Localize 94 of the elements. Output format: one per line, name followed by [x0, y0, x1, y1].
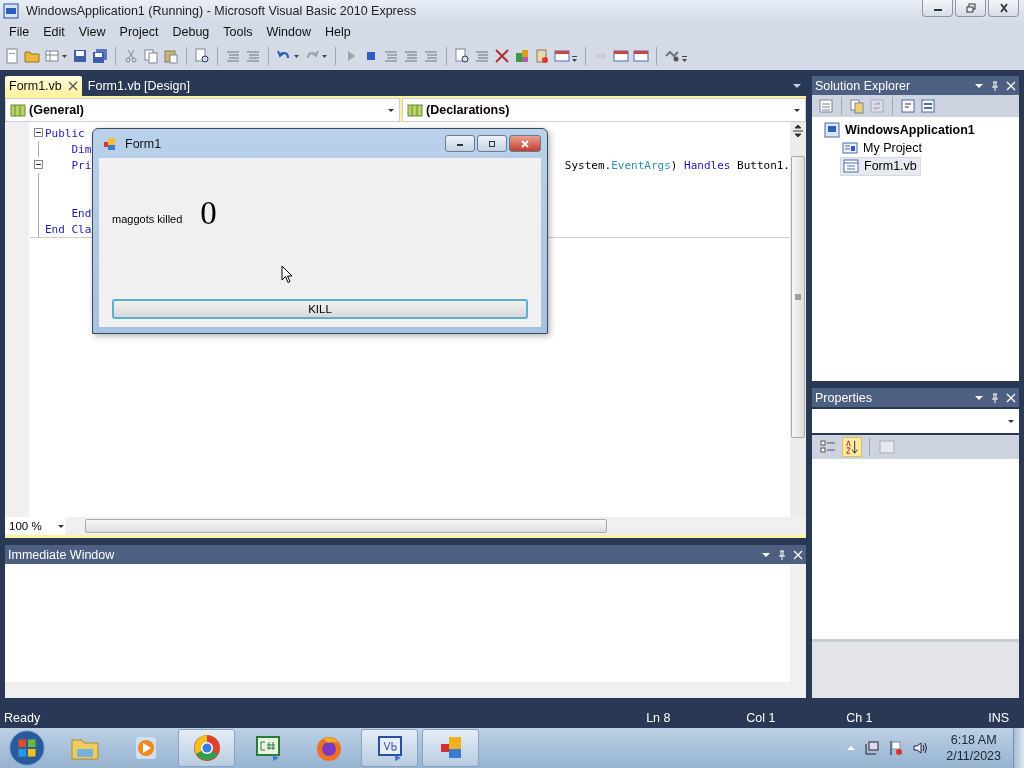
code-view-icon[interactable] [900, 98, 916, 114]
code-line: Dim [70, 142, 92, 156]
restore-button[interactable] [955, 0, 986, 17]
new-file-icon[interactable] [4, 48, 20, 64]
window-icon[interactable] [633, 48, 649, 64]
window-icon[interactable] [554, 48, 570, 64]
designer-icon[interactable] [920, 98, 936, 114]
panel-title: Properties [815, 390, 872, 405]
panel-title: Solution Explorer [815, 78, 911, 93]
taskbar-button[interactable] [178, 729, 235, 767]
close-button[interactable] [509, 135, 541, 152]
form-label: maggots killed [112, 213, 183, 225]
close-icon [519, 139, 531, 148]
active-tab[interactable]: Form1.vb [5, 76, 82, 96]
vertical-scrollbar[interactable] [790, 122, 806, 517]
code-line: End [70, 206, 92, 220]
form-icon [843, 158, 859, 174]
grid-icon [10, 102, 26, 118]
blocks-icon[interactable] [514, 48, 530, 64]
flag-icon[interactable] [888, 740, 905, 756]
column-indicator: Col 1 [746, 711, 777, 725]
class-dropdown[interactable]: (General) [5, 98, 400, 122]
copy-icon[interactable] [143, 48, 159, 64]
maximize-icon [486, 139, 498, 148]
save-icon[interactable] [72, 48, 88, 64]
start-button[interactable] [8, 729, 46, 767]
volume-icon[interactable] [912, 740, 929, 756]
find-icon[interactable] [454, 48, 470, 64]
tree-item[interactable]: WindowsApplication1 [822, 121, 978, 139]
folder-icon[interactable] [24, 48, 40, 64]
panel-title: Immediate Window [8, 547, 115, 562]
grid-icon [407, 102, 423, 118]
caret-icon [1007, 417, 1015, 425]
zoom-dropdown[interactable]: 100 % [5, 517, 65, 535]
taskbar-button[interactable] [422, 729, 479, 767]
pin-icon[interactable] [990, 392, 1000, 403]
caret-icon [387, 106, 395, 114]
clipboard-icon[interactable] [534, 48, 550, 64]
network-icon[interactable] [864, 740, 881, 756]
tree-item[interactable]: My Project [840, 139, 926, 157]
close-icon[interactable] [67, 81, 78, 91]
tools-icon[interactable] [494, 48, 510, 64]
code-line: Public [45, 126, 85, 140]
show-desktop-button[interactable] [1013, 728, 1024, 768]
code-line: Pri [70, 158, 92, 172]
close-button[interactable] [988, 0, 1019, 17]
menu-item[interactable]: Debug [165, 25, 217, 39]
project-icon [824, 122, 840, 138]
line-indicator: Ln 8 [646, 711, 672, 725]
window-icon[interactable] [613, 48, 629, 64]
cursor-icon [281, 265, 293, 284]
document-tab[interactable]: Form1.vb [Design] [83, 76, 194, 96]
circle-icon [191, 733, 222, 763]
menu-item[interactable]: Project [112, 25, 166, 39]
menu-item[interactable]: Tools [216, 25, 260, 39]
code-line: System.EventArgs) Handles Button1. [564, 158, 790, 172]
minimize-button[interactable] [445, 135, 475, 152]
form-title: Form1 [125, 136, 162, 151]
menu-item[interactable]: Edit [36, 25, 72, 39]
close-icon [997, 3, 1010, 13]
settings-icon [842, 140, 858, 156]
code-line: End Cla [45, 222, 92, 236]
wrench-icon[interactable] [664, 48, 680, 64]
alphabetical-icon[interactable] [842, 437, 862, 457]
window-title: WindowsApplication1 (Running) - Microsoft Visual Basic 2010 Express [26, 4, 417, 18]
clock[interactable]: 6:18 AM 2/11/2023 [946, 732, 1001, 764]
save-all-icon[interactable] [92, 48, 108, 64]
maximize-button[interactable] [477, 135, 507, 152]
menu-item[interactable]: View [71, 25, 113, 39]
tab-list-icon[interactable] [792, 81, 802, 91]
caret-icon [57, 522, 65, 530]
paste-icon[interactable] [163, 48, 179, 64]
kill-button[interactable]: KILL [112, 299, 528, 319]
pin-icon[interactable] [777, 549, 787, 560]
grip-icon [794, 293, 802, 301]
method-dropdown[interactable]: (Declarations) [402, 98, 806, 122]
copy-icon[interactable] [849, 98, 865, 114]
find-icon[interactable] [194, 48, 210, 64]
status-message: Ready [4, 711, 41, 725]
kill-count: 0 [200, 197, 217, 229]
caret-icon [793, 106, 801, 114]
taskbar-button[interactable] [361, 729, 418, 767]
splitter-icon[interactable] [791, 124, 805, 138]
char-indicator: Ch 1 [846, 711, 874, 725]
form-icon [103, 136, 117, 151]
menu-item[interactable]: Window [259, 25, 318, 39]
menu-item[interactable]: File [2, 25, 37, 39]
pin-icon[interactable] [990, 80, 1000, 91]
menu-item[interactable]: Help [318, 25, 358, 39]
insert-mode: INS [988, 711, 1009, 725]
minimize-button[interactable] [922, 0, 953, 17]
tree-item[interactable]: Form1.vb [840, 156, 921, 176]
restore-icon [964, 3, 977, 13]
app-icon [3, 3, 19, 19]
